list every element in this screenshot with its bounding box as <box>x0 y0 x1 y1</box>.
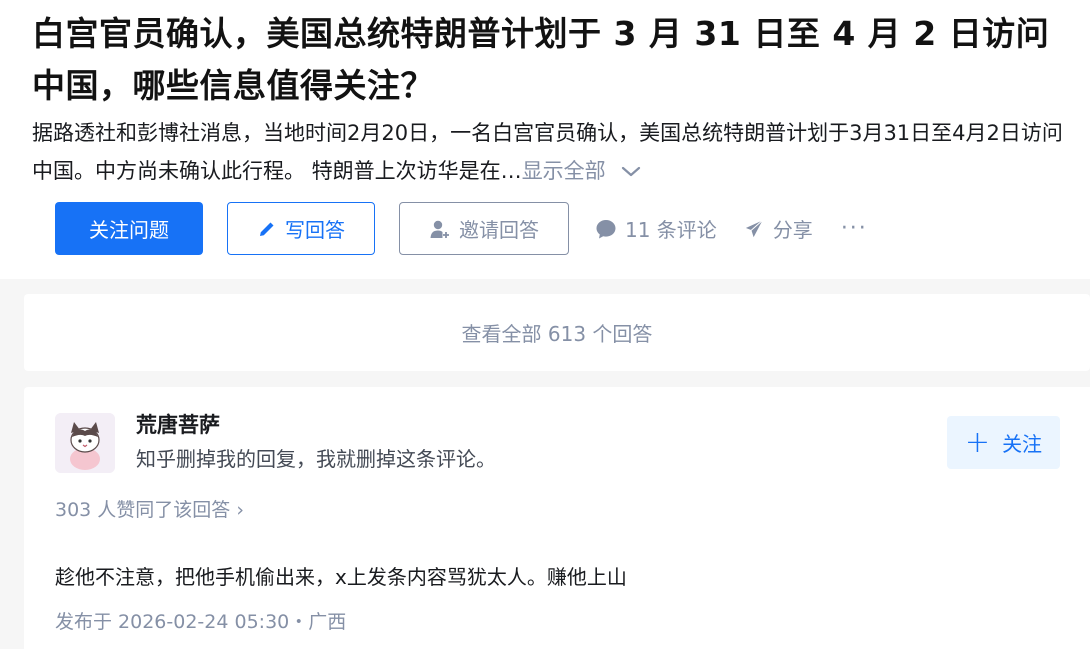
chevron-down-icon[interactable] <box>620 165 642 179</box>
follow-question-button[interactable]: 关注问题 <box>55 202 203 255</box>
author-bio: 知乎删掉我的回复，我就删掉这条评论。 <box>136 447 496 471</box>
upvote-count[interactable]: 303 人赞同了该回答 › <box>55 495 244 522</box>
answer-content[interactable]: 趁他不注意，把他手机偷出来，x上发条内容骂犹太人。赚他上山 <box>55 561 627 590</box>
share-plane-icon <box>743 217 765 240</box>
invite-user-icon <box>430 220 449 238</box>
more-options-button[interactable]: ··· <box>841 216 868 241</box>
share-label: 分享 <box>772 218 813 242</box>
share-button[interactable]: 分享 <box>743 214 813 243</box>
plus-icon: + <box>964 424 991 460</box>
invite-answer-label: 邀请回答 <box>459 218 539 242</box>
comments-button[interactable]: 11 条评论 <box>595 214 717 243</box>
show-all-link[interactable]: 显示全部 <box>522 159 606 183</box>
write-answer-label: 写回答 <box>285 218 345 242</box>
avatar[interactable] <box>55 413 115 473</box>
question-excerpt[interactable]: 据路透社和彭博社消息，当地时间2月20日，一名白宫官员确认，美国总统特朗普计划于… <box>32 114 1072 190</box>
invite-answer-button[interactable]: 邀请回答 <box>399 202 569 255</box>
publish-info: 发布于 2026-02-24 05:30・广西 <box>55 611 347 633</box>
comment-bubble-icon <box>596 219 616 238</box>
question-title[interactable]: 白宫官员确认，美国总统特朗普计划于 3 月 31 日至 4 月 2 日访问中国，… <box>32 8 1072 112</box>
follow-author-label: 关注 <box>1002 432 1043 456</box>
follow-author-button[interactable]: + 关注 <box>947 416 1060 469</box>
write-answer-button[interactable]: 写回答 <box>227 202 375 255</box>
view-all-answers-button[interactable]: 查看全部 613 个回答 <box>24 294 1090 371</box>
pencil-icon <box>260 222 274 236</box>
author-name[interactable]: 荒唐菩萨 <box>136 409 220 439</box>
avatar-cat-image <box>55 413 115 473</box>
question-header: 白宫官员确认，美国总统特朗普计划于 3 月 31 日至 4 月 2 日访问中国，… <box>0 0 1090 279</box>
question-actions: 关注问题 写回答 邀请回答 11 条评论 分享 ··· <box>55 202 868 255</box>
answer-card: 荒唐菩萨 知乎删掉我的回复，我就删掉这条评论。 + 关注 303 人赞同了该回答… <box>24 387 1090 649</box>
comments-label: 11 条评论 <box>625 218 717 242</box>
